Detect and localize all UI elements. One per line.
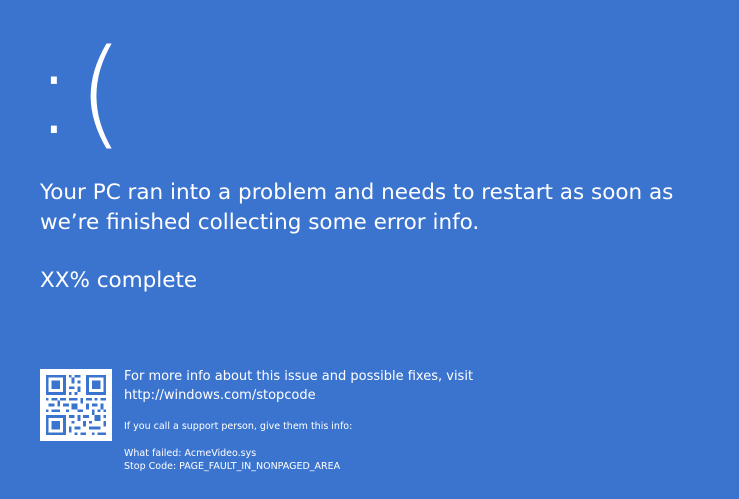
stop-code-row: Stop Code: PAGE_FAULT_IN_NONPAGED_AREA	[124, 460, 704, 473]
stop-code-label: Stop Code:	[124, 461, 177, 472]
info-block: For more info about this issue and possi…	[124, 367, 704, 473]
what-failed-value: AcmeVideo.sys	[184, 448, 257, 459]
error-details: What failed: AcmeVideo.sys Stop Code: PA…	[124, 447, 704, 473]
qr-code-icon	[40, 369, 112, 441]
progress-text: XX% complete	[40, 268, 198, 293]
support-prompt: If you call a support person, give them …	[124, 421, 353, 432]
more-info-line: For more info about this issue and possi…	[124, 369, 474, 384]
more-info-text: For more info about this issue and possi…	[124, 367, 704, 405]
error-message: Your PC ran into a problem and needs to …	[40, 180, 674, 235]
what-failed-row: What failed: AcmeVideo.sys	[124, 447, 704, 460]
what-failed-label: What failed:	[124, 448, 182, 459]
sad-face-emoticon: :(	[34, 23, 128, 161]
stopcode-url-link[interactable]: http://windows.com/stopcode	[124, 386, 704, 405]
stop-code-value: PAGE_FAULT_IN_NONPAGED_AREA	[179, 461, 341, 472]
